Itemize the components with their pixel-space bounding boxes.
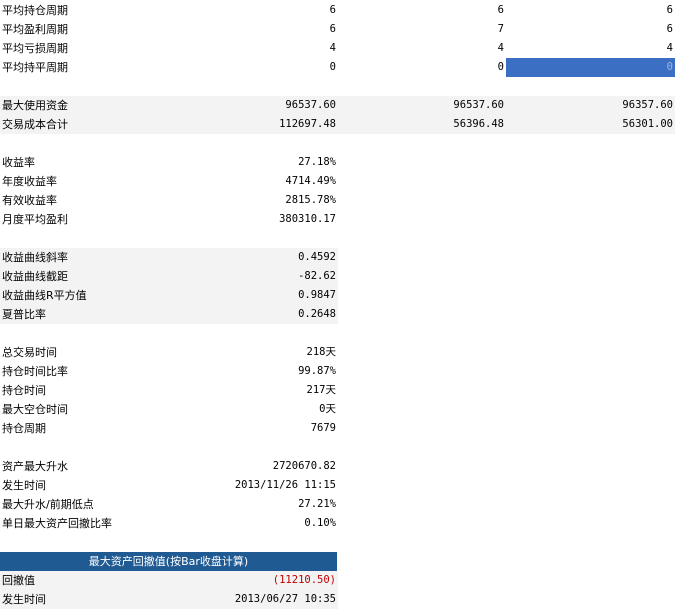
table-row[interactable]: 有效收益率 2815.78% — [0, 191, 685, 210]
row-label[interactable]: 发生时间 — [0, 476, 170, 495]
row-label[interactable]: 收益曲线R平方值 — [0, 286, 170, 305]
row-label[interactable]: 月度平均盈利 — [0, 210, 170, 229]
row-value-all[interactable]: 6 — [170, 1, 338, 20]
row-value-all[interactable]: 2720670.82 — [170, 457, 338, 476]
row-label[interactable]: 收益率 — [0, 153, 170, 172]
row-label[interactable]: 最大空仓时间 — [0, 400, 170, 419]
row-value-all[interactable]: 96537.60 — [170, 96, 338, 115]
table-row[interactable]: 平均亏损周期 4 4 4 — [0, 39, 685, 58]
row-value-all[interactable]: 27.21% — [170, 495, 338, 514]
row-value-all[interactable]: 0.9847 — [170, 286, 338, 305]
table-row[interactable]: 最大空仓时间 0天 — [0, 400, 685, 419]
table-row[interactable]: 持仓周期 7679 — [0, 419, 685, 438]
row-value-all[interactable]: 2013/11/26 11:15 — [170, 476, 338, 495]
table-row[interactable]: 平均持仓周期 6 6 6 — [0, 1, 685, 20]
row-value-all[interactable]: 4 — [170, 39, 338, 58]
row-value-long[interactable]: 6 — [338, 1, 506, 20]
row-label[interactable]: 单日最大资产回撤比率 — [0, 514, 170, 533]
row-label[interactable]: 最大升水/前期低点 — [0, 495, 170, 514]
row-label[interactable]: 持仓周期 — [0, 419, 170, 438]
row-value-short[interactable]: 4 — [506, 39, 675, 58]
row-value-all[interactable]: -82.62 — [170, 267, 338, 286]
row-value-long[interactable]: 4 — [338, 39, 506, 58]
table-row[interactable]: 持仓时间 217天 — [0, 381, 685, 400]
row-label[interactable]: 持仓时间 — [0, 381, 170, 400]
row-value-short[interactable]: 56301.00 — [506, 115, 675, 134]
row-label[interactable]: 有效收益率 — [0, 191, 170, 210]
table-row[interactable]: 总交易时间 218天 — [0, 343, 685, 362]
table-row[interactable]: 夏普比率 0.2648 — [0, 305, 685, 324]
table-row[interactable]: 平均盈利周期 6 7 6 — [0, 20, 685, 39]
row-value-all[interactable]: 99.87% — [170, 362, 338, 381]
table-row[interactable]: 平均持平周期 0 0 0 — [0, 58, 685, 77]
row-value-all[interactable]: 218天 — [170, 343, 338, 362]
row-value-all[interactable]: 6 — [170, 20, 338, 39]
row-label[interactable]: 交易成本合计 — [0, 115, 170, 134]
row-value-all[interactable]: 2815.78% — [170, 191, 338, 210]
row-label[interactable]: 平均盈利周期 — [0, 20, 170, 39]
table-row[interactable]: 持仓时间比率 99.87% — [0, 362, 685, 381]
row-label[interactable]: 平均持仓周期 — [0, 1, 170, 20]
row-value-all[interactable]: (11210.50) — [170, 571, 338, 590]
row-label[interactable]: 平均持平周期 — [0, 58, 170, 77]
row-value-short[interactable]: 6 — [506, 20, 675, 39]
row-label[interactable]: 收益曲线截距 — [0, 267, 170, 286]
row-value-long[interactable]: 56396.48 — [338, 115, 506, 134]
row-label[interactable]: 平均亏损周期 — [0, 39, 170, 58]
row-value-all[interactable]: 0 — [170, 58, 338, 77]
drawdown-section-header[interactable]: 最大资产回撤值(按Bar收盘计算) — [0, 552, 337, 571]
row-label[interactable]: 资产最大升水 — [0, 457, 170, 476]
row-label[interactable]: 总交易时间 — [0, 343, 170, 362]
table-row[interactable]: 月度平均盈利 380310.17 — [0, 210, 685, 229]
row-value-all[interactable]: 0.10% — [170, 514, 338, 533]
row-value-all[interactable]: 217天 — [170, 381, 338, 400]
row-value-short[interactable]: 96357.60 — [506, 96, 675, 115]
row-value-all[interactable]: 380310.17 — [170, 210, 338, 229]
table-row[interactable]: 年度收益率 4714.49% — [0, 172, 685, 191]
row-label[interactable]: 持仓时间比率 — [0, 362, 170, 381]
row-value-all[interactable]: 0天 — [170, 400, 338, 419]
row-value-long[interactable]: 7 — [338, 20, 506, 39]
row-value-all[interactable]: 2013/06/27 10:35 — [170, 590, 338, 609]
table-row[interactable]: 最大使用资金 96537.60 96537.60 96357.60 — [0, 96, 685, 115]
table-row[interactable]: 最大升水/前期低点 27.21% — [0, 495, 685, 514]
table-row[interactable]: 收益率 27.18% — [0, 153, 685, 172]
row-label[interactable]: 发生时间 — [0, 590, 170, 609]
table-row[interactable]: 收益曲线截距 -82.62 — [0, 267, 685, 286]
row-value-all[interactable]: 112697.48 — [170, 115, 338, 134]
row-value-all[interactable]: 7679 — [170, 419, 338, 438]
table-row[interactable]: 收益曲线斜率 0.4592 — [0, 248, 685, 267]
table-row[interactable]: 资产最大升水 2720670.82 — [0, 457, 685, 476]
table-row[interactable]: 收益曲线R平方值 0.9847 — [0, 286, 685, 305]
row-value-all[interactable]: 0.4592 — [170, 248, 338, 267]
row-value-all[interactable]: 4714.49% — [170, 172, 338, 191]
row-label[interactable]: 年度收益率 — [0, 172, 170, 191]
row-value-short[interactable]: 6 — [506, 1, 675, 20]
row-label[interactable]: 回撤值 — [0, 571, 170, 590]
table-row[interactable]: 回撤值 (11210.50) — [0, 571, 685, 590]
row-label[interactable]: 夏普比率 — [0, 305, 170, 324]
row-value-long[interactable]: 96537.60 — [338, 96, 506, 115]
row-value-all[interactable]: 0.2648 — [170, 305, 338, 324]
row-value-all[interactable]: 27.18% — [170, 153, 338, 172]
selected-cell[interactable]: 0 — [506, 58, 675, 77]
table-row[interactable]: 单日最大资产回撤比率 0.10% — [0, 514, 685, 533]
table-row[interactable]: 发生时间 2013/06/27 10:35 — [0, 590, 685, 609]
table-row[interactable]: 发生时间 2013/11/26 11:15 — [0, 476, 685, 495]
row-value-long[interactable]: 0 — [338, 58, 506, 77]
table-row[interactable]: 交易成本合计 112697.48 56396.48 56301.00 — [0, 115, 685, 134]
row-label[interactable]: 收益曲线斜率 — [0, 248, 170, 267]
row-label[interactable]: 最大使用资金 — [0, 96, 170, 115]
